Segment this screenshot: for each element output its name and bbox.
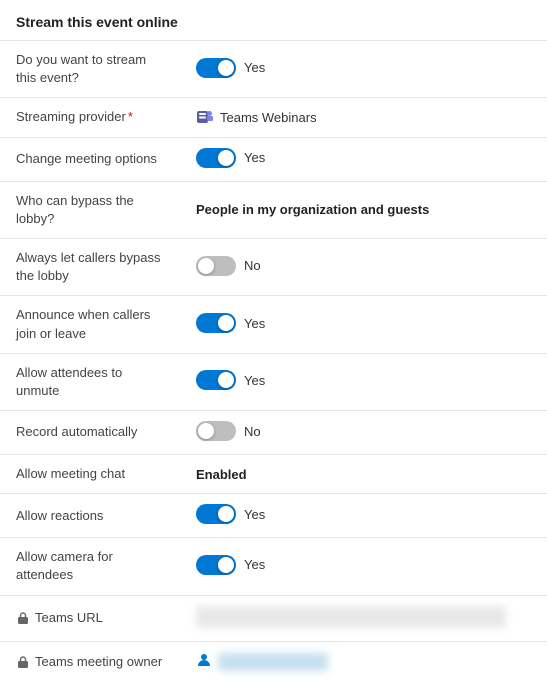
label-allow-reactions: Allow reactions: [0, 494, 180, 538]
toggle-label-stream-event: Yes: [244, 60, 265, 75]
value-streaming-provider[interactable]: Teams Webinars: [180, 98, 547, 137]
row-teams-url: Teams URL: [0, 595, 547, 641]
bold-value-meeting-chat: Enabled: [196, 467, 247, 482]
bold-value-bypass-lobby: People in my organization and guests: [196, 202, 429, 217]
toggle-thumb-change-meeting-options: [218, 150, 234, 166]
row-bypass-lobby: Who can bypass the lobby? People in my or…: [0, 181, 547, 238]
toggle-label-change-meeting-options: Yes: [244, 150, 265, 165]
label-teams-url: Teams URL: [0, 595, 180, 641]
row-change-meeting-options: Change meeting options Yes: [0, 137, 547, 181]
value-allow-unmute[interactable]: Yes: [180, 353, 547, 410]
label-record-automatically: Record automatically: [0, 411, 180, 455]
label-streaming-provider: Streaming provider*: [0, 98, 180, 137]
teams-url-value: [196, 606, 506, 628]
toggle-thumb-callers-bypass-lobby: [198, 258, 214, 274]
value-meeting-chat: Enabled: [180, 455, 547, 494]
teams-webinars-icon: [196, 108, 214, 126]
teams-webinars-selector[interactable]: Teams Webinars: [196, 108, 531, 126]
required-star: *: [128, 109, 133, 124]
row-callers-bypass-lobby: Always let callers bypass the lobby No: [0, 238, 547, 295]
value-bypass-lobby: People in my organization and guests: [180, 181, 547, 238]
toggle-record-automatically[interactable]: No: [196, 421, 261, 441]
toggle-track-record-automatically[interactable]: [196, 421, 236, 441]
toggle-thumb-record-automatically: [198, 423, 214, 439]
row-record-automatically: Record automatically No: [0, 411, 547, 455]
toggle-thumb-allow-unmute: [218, 372, 234, 388]
row-meeting-chat: Allow meeting chat Enabled: [0, 455, 547, 494]
toggle-callers-bypass-lobby[interactable]: No: [196, 256, 261, 276]
row-announce-callers: Announce when callers join or leave Yes: [0, 296, 547, 353]
row-allow-unmute: Allow attendees to unmute Yes: [0, 353, 547, 410]
toggle-track-allow-camera[interactable]: [196, 555, 236, 575]
toggle-change-meeting-options[interactable]: Yes: [196, 148, 265, 168]
toggle-label-allow-unmute: Yes: [244, 373, 265, 388]
toggle-thumb-stream-event: [218, 60, 234, 76]
label-allow-unmute: Allow attendees to unmute: [0, 353, 180, 410]
toggle-track-stream-event[interactable]: [196, 58, 236, 78]
label-change-meeting-options: Change meeting options: [0, 137, 180, 181]
settings-table: Do you want to stream this event? Yes St…: [0, 40, 547, 683]
value-record-automatically[interactable]: No: [180, 411, 547, 455]
row-teams-meeting-owner: Teams meeting owner: [0, 641, 547, 683]
toggle-track-change-meeting-options[interactable]: [196, 148, 236, 168]
value-allow-camera[interactable]: Yes: [180, 538, 547, 595]
toggle-track-callers-bypass-lobby[interactable]: [196, 256, 236, 276]
toggle-label-record-automatically: No: [244, 424, 261, 439]
toggle-announce-callers[interactable]: Yes: [196, 313, 265, 333]
toggle-thumb-announce-callers: [218, 315, 234, 331]
row-streaming-provider: Streaming provider* Teams Webinars: [0, 98, 547, 137]
owner-row: [196, 652, 531, 673]
row-allow-reactions: Allow reactions Yes: [0, 494, 547, 538]
label-allow-camera: Allow camera for attendees: [0, 538, 180, 595]
toggle-track-allow-reactions[interactable]: [196, 504, 236, 524]
value-change-meeting-options[interactable]: Yes: [180, 137, 547, 181]
value-callers-bypass-lobby[interactable]: No: [180, 238, 547, 295]
label-announce-callers: Announce when callers join or leave: [0, 296, 180, 353]
label-teams-meeting-owner: Teams meeting owner: [0, 641, 180, 683]
toggle-label-announce-callers: Yes: [244, 316, 265, 331]
toggle-stream-event[interactable]: Yes: [196, 58, 265, 78]
toggle-allow-camera[interactable]: Yes: [196, 555, 265, 575]
value-allow-reactions[interactable]: Yes: [180, 494, 547, 538]
toggle-track-allow-unmute[interactable]: [196, 370, 236, 390]
value-announce-callers[interactable]: Yes: [180, 296, 547, 353]
toggle-label-allow-reactions: Yes: [244, 507, 265, 522]
value-teams-meeting-owner: [180, 641, 547, 683]
toggle-allow-unmute[interactable]: Yes: [196, 370, 265, 390]
toggle-allow-reactions[interactable]: Yes: [196, 504, 265, 524]
toggle-label-allow-camera: Yes: [244, 557, 265, 572]
toggle-label-callers-bypass-lobby: No: [244, 258, 261, 273]
label-stream-event: Do you want to stream this event?: [0, 41, 180, 98]
toggle-thumb-allow-camera: [218, 557, 234, 573]
value-stream-event[interactable]: Yes: [180, 41, 547, 98]
label-meeting-chat: Allow meeting chat: [0, 455, 180, 494]
teams-webinars-label: Teams Webinars: [220, 110, 317, 125]
toggle-thumb-allow-reactions: [218, 506, 234, 522]
toggle-track-announce-callers[interactable]: [196, 313, 236, 333]
lock-icon: [16, 611, 30, 625]
value-teams-url: [180, 595, 547, 641]
person-icon: [196, 652, 212, 673]
row-stream-event: Do you want to stream this event? Yes: [0, 41, 547, 98]
page-title: Stream this event online: [0, 0, 547, 40]
label-callers-bypass-lobby: Always let callers bypass the lobby: [0, 238, 180, 295]
lock-icon: [16, 655, 30, 669]
label-bypass-lobby: Who can bypass the lobby?: [0, 181, 180, 238]
row-allow-camera: Allow camera for attendees Yes: [0, 538, 547, 595]
owner-name-value: [218, 653, 328, 671]
